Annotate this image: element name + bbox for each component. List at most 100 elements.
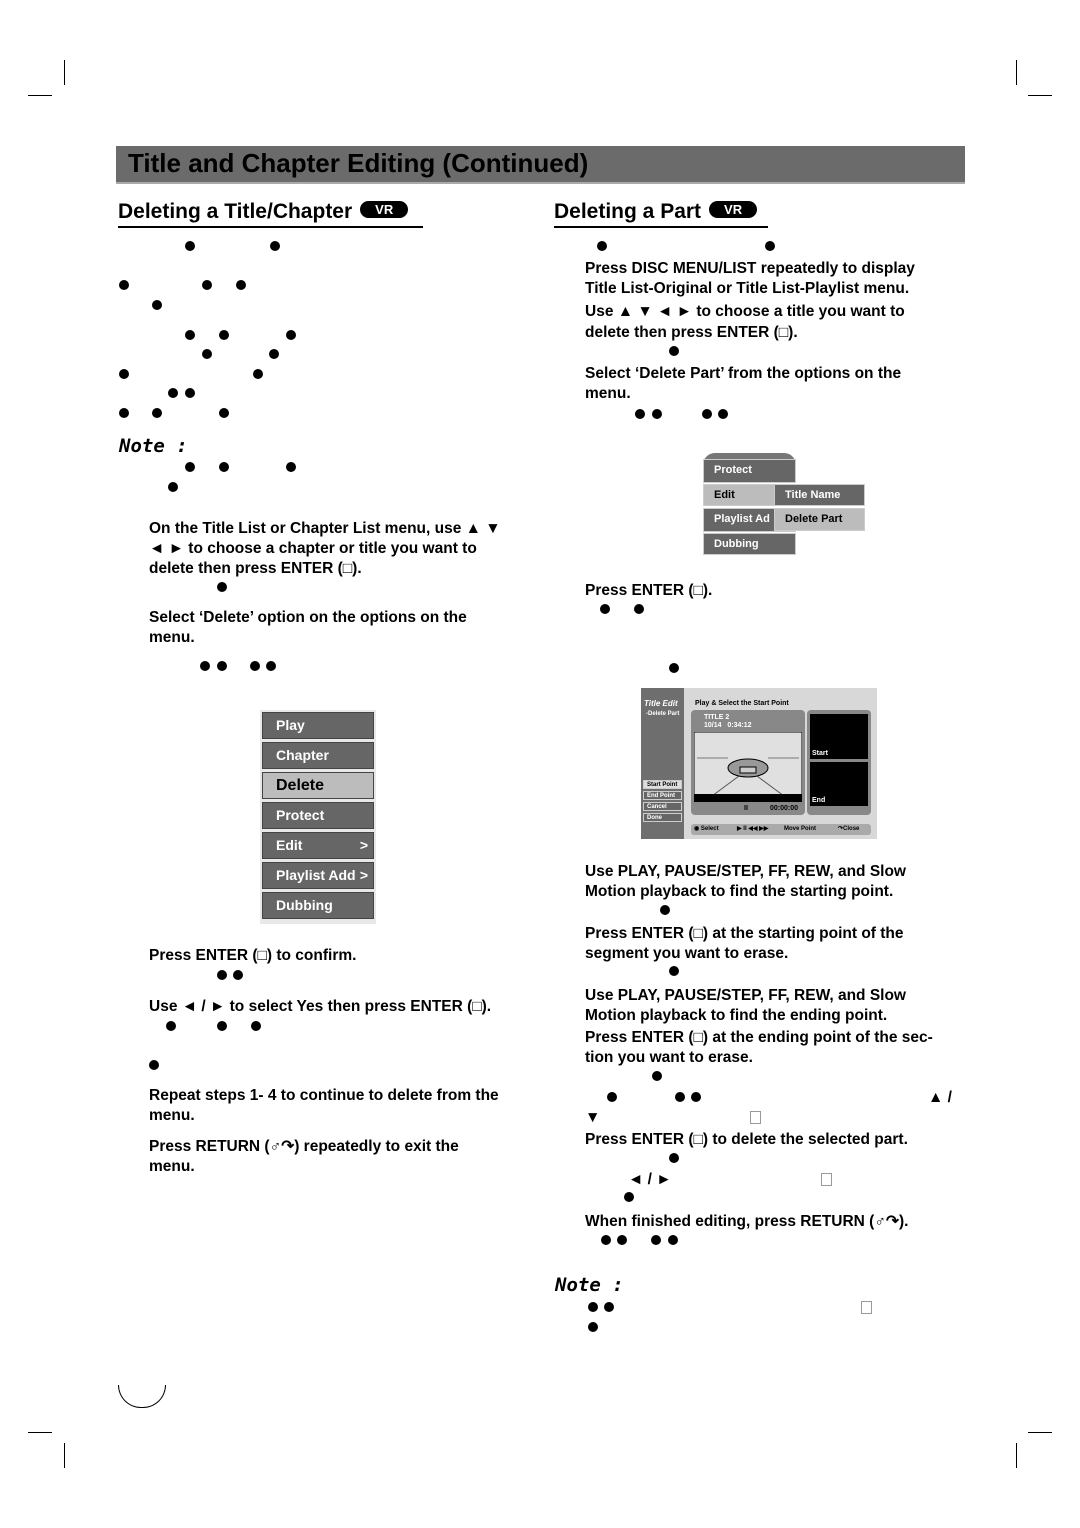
bullet-dot xyxy=(152,300,162,310)
transport-icons: ▶ II ◀◀ ▶▶ xyxy=(737,826,769,832)
menu-item-delete[interactable]: Delete xyxy=(262,772,374,799)
bullet-dot xyxy=(185,388,195,398)
timecode: 00:00:00 xyxy=(770,805,799,812)
title-edit-screen: Title Edit -Delete Part Start Point End P… xyxy=(641,688,877,839)
instruction-text: tion you want to erase. xyxy=(585,1049,753,1066)
bullet-dot xyxy=(200,661,210,671)
page-title: Title and Chapter Editing (Continued) xyxy=(128,148,589,178)
bullet-dot xyxy=(270,241,280,251)
instruction-text: Motion playback to find the starting poi… xyxy=(585,883,894,900)
chevron-right-icon: > xyxy=(359,837,368,853)
bullet-dot xyxy=(718,409,728,419)
menu-item-play[interactable]: Play xyxy=(262,712,374,739)
instruction-text: Press ENTER (□) to delete the selected p… xyxy=(585,1131,908,1148)
bullet-dot xyxy=(634,604,644,614)
bullet-dot xyxy=(168,482,178,492)
note-label: Note : xyxy=(555,1274,624,1296)
menu-item-chapter[interactable]: Chapter xyxy=(262,742,374,769)
instruction-text: delete then press ENTER (□). xyxy=(585,324,798,341)
bullet-dot xyxy=(185,462,195,472)
bullet-dot xyxy=(675,1092,685,1102)
menu-item-playlist-add[interactable]: Playlist Add > xyxy=(262,862,374,889)
bullet-dot xyxy=(765,241,775,251)
instruction-text: menu. xyxy=(149,1107,195,1124)
bullet-dot xyxy=(219,462,229,472)
submenu-item[interactable]: Delete Part xyxy=(774,508,865,531)
bullet-dot xyxy=(202,349,212,359)
bullet-dot xyxy=(702,409,712,419)
start-label: Start xyxy=(812,750,828,757)
bullet-dot xyxy=(652,409,662,419)
screen-button[interactable]: Done xyxy=(643,813,682,822)
bullet-dot xyxy=(219,330,229,340)
bullet-dot xyxy=(286,462,296,472)
heading-text: Deleting a Part xyxy=(554,200,702,223)
vr-badge: VR xyxy=(709,201,758,218)
bullet-dot xyxy=(266,661,276,671)
screen-title: Title Edit xyxy=(644,699,678,708)
crop-mark xyxy=(1028,95,1052,96)
instruction-text: Press ENTER (□) at the starting point of… xyxy=(585,925,904,942)
instruction-text: menu. xyxy=(149,629,195,646)
menu-item-edit[interactable]: Edit > xyxy=(262,832,374,859)
instruction-text: menu. xyxy=(149,1158,195,1175)
bullet-dot xyxy=(588,1302,598,1312)
bullet-dot xyxy=(166,1021,176,1031)
bullet-dot xyxy=(624,1192,634,1202)
instruction-text: Press DISC MENU/LIST repeatedly to displ… xyxy=(585,260,915,277)
instruction-text: Use PLAY, PAUSE/STEP, FF, REW, and Slow xyxy=(585,863,906,880)
instruction-text: Press ENTER (□). xyxy=(585,582,713,599)
bullet-dot xyxy=(168,388,178,398)
preview-panel: TITLE 2 10/14 0:34:12 II 00:00:00 xyxy=(691,710,805,815)
screen-button[interactable]: Cancel xyxy=(643,802,682,811)
instruction-text: Use ▲ ▼ ◄ ► to choose a title you want t… xyxy=(585,303,905,320)
instruction-text: Use ◄ / ► to select Yes then press ENTER… xyxy=(149,998,492,1015)
menu-item-label: Dubbing xyxy=(276,897,333,913)
instruction-text: menu. xyxy=(585,385,631,402)
submenu-item[interactable]: Title Name xyxy=(774,484,865,506)
crop-mark xyxy=(28,1432,52,1433)
bullet-dot xyxy=(217,661,227,671)
instruction-text: ▼ xyxy=(585,1109,601,1126)
close-label: Close xyxy=(843,826,860,832)
bullet-dot xyxy=(236,280,246,290)
screen-subtitle: -Delete Part xyxy=(646,711,680,717)
crop-mark xyxy=(1028,1432,1052,1433)
bullet-dot xyxy=(607,1092,617,1102)
bullet-dot xyxy=(601,1235,611,1245)
select-label: Select xyxy=(700,826,719,832)
instruction-text: ▲ / xyxy=(928,1089,952,1106)
menu-item-label: Chapter xyxy=(276,747,329,763)
bullet-dot xyxy=(119,280,129,290)
bullet-dot xyxy=(660,905,670,915)
instruction-text: Repeat steps 1- 4 to continue to delete … xyxy=(149,1087,499,1104)
menu-item-protect[interactable]: Protect xyxy=(262,802,374,829)
missing-glyph-box xyxy=(750,1111,761,1124)
section-heading-delete-title: Deleting a Title/Chapter VR xyxy=(118,200,423,228)
instruction-text: Title List-Original or Title List-Playli… xyxy=(585,280,910,297)
screen-button[interactable]: End Point xyxy=(643,791,682,800)
bullet-dot xyxy=(233,970,243,980)
menu-item-dubbing[interactable]: Dubbing xyxy=(262,892,374,919)
instruction-text: On the Title List or Chapter List menu, … xyxy=(149,520,501,537)
menu-item[interactable]: Dubbing xyxy=(703,533,796,555)
screen-button[interactable]: Start Point xyxy=(643,780,682,789)
bullet-dot xyxy=(651,1235,661,1245)
bullet-dot xyxy=(251,1021,261,1031)
bullet-dot xyxy=(588,1322,598,1332)
bullet-dot xyxy=(217,970,227,980)
clip-time: 0:34:12 xyxy=(727,722,752,729)
clip-date: 10/14 xyxy=(704,722,722,729)
instruction-text: ◄ / ► xyxy=(628,1171,672,1188)
manual-page: Title and Chapter Editing (Continued) De… xyxy=(0,0,1080,1528)
section-heading-delete-part: Deleting a Part VR xyxy=(554,200,768,228)
missing-glyph-box xyxy=(821,1173,832,1186)
bullet-dot xyxy=(149,1060,159,1070)
crop-mark xyxy=(64,60,65,85)
instruction-text: Press RETURN (♂↷) repeatedly to exit the xyxy=(149,1138,459,1155)
bullet-dot xyxy=(202,280,212,290)
screen-footer: ◉ Select ▶ II ◀◀ ▶▶ Move Point ↷Close xyxy=(691,824,871,835)
menu-item[interactable]: Protect xyxy=(703,459,796,483)
instruction-text: delete then press ENTER (□). xyxy=(149,560,362,577)
bullet-dot xyxy=(669,663,679,673)
